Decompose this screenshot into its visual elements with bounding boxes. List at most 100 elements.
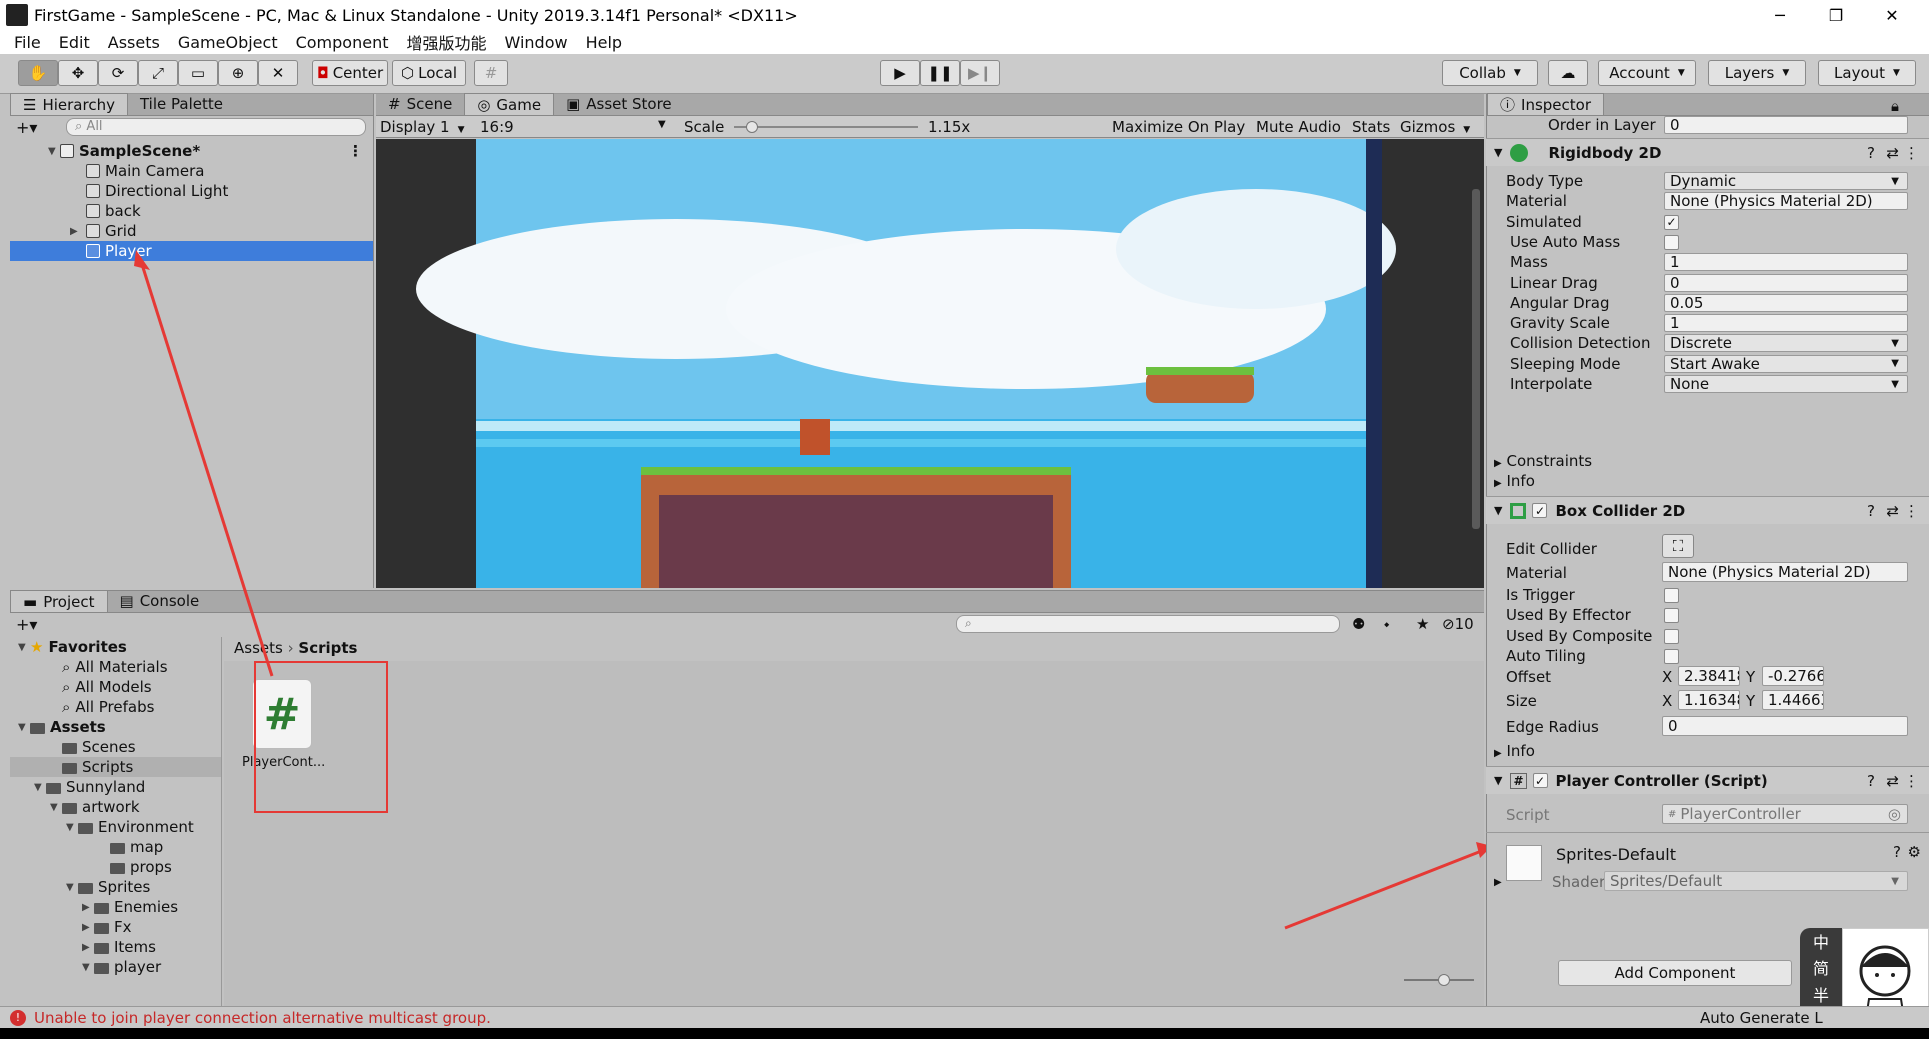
account-dropdown[interactable]: Account [1598, 60, 1696, 86]
menu-assets[interactable]: Assets [108, 33, 160, 52]
rotate-tool-icon[interactable]: ⟳ [98, 60, 138, 86]
tab-game[interactable]: ◎ Game [464, 93, 555, 115]
create-button[interactable]: +▾ [16, 118, 37, 137]
rigidbody-field[interactable]: 1 [1664, 314, 1908, 333]
menu-edit[interactable]: Edit [59, 33, 90, 52]
tree-foldout-icon[interactable]: ▼ [66, 822, 78, 833]
breadcrumb-scripts[interactable]: Scripts [298, 639, 357, 657]
layers-dropdown[interactable]: Layers [1708, 60, 1806, 86]
tree-foldout-icon[interactable]: ▶ [82, 922, 94, 933]
scale-slider[interactable] [734, 121, 918, 133]
status-error-message[interactable]: Unable to join player connection alterna… [34, 1009, 491, 1027]
box-collider-header[interactable]: ▼ ✓ Box Collider 2D ? ⇄ ⋮ [1486, 496, 1929, 524]
project-tree-item[interactable]: ▶ Items [10, 937, 221, 957]
box-collider-checkbox[interactable] [1664, 628, 1679, 644]
size-y-field[interactable]: 1.44663 [1762, 690, 1824, 710]
hierarchy-item-main-camera[interactable]: Main Camera [10, 161, 373, 181]
play-button[interactable]: ▶ [880, 60, 920, 86]
order-in-layer-field[interactable]: 0 [1664, 116, 1908, 134]
maximize-button[interactable]: ❐ [1808, 0, 1864, 30]
rigidbody-header[interactable]: ▼ Rigidbody 2D ? ⇄ ⋮ [1486, 138, 1929, 166]
rect-tool-icon[interactable]: ▭ [178, 60, 218, 86]
project-tree-item[interactable]: map [10, 837, 221, 857]
project-tree-item[interactable]: ⌕ All Prefabs [10, 697, 221, 717]
preset-icon[interactable]: ⇄ [1886, 502, 1899, 520]
scale-slider-thumb[interactable] [746, 121, 759, 133]
project-tree-item[interactable]: props [10, 857, 221, 877]
ime-halfwidth[interactable]: 半 [1813, 982, 1829, 1006]
stats-button[interactable]: Stats [1352, 118, 1390, 136]
project-tree-item[interactable]: ▼ ★ Favorites [10, 637, 221, 657]
lock-icon[interactable]: 🔒︎ [1891, 97, 1899, 115]
tree-foldout-icon[interactable]: ▼ [18, 642, 30, 653]
project-create-button[interactable]: +▾ [16, 615, 37, 634]
tree-foldout-icon[interactable]: ▶ [82, 902, 94, 913]
settings-gear-icon[interactable]: ⚙ [1908, 843, 1921, 861]
rigidbody-dropdown[interactable]: Start Awake [1664, 354, 1908, 373]
object-picker-icon[interactable]: ◎ [1888, 805, 1901, 823]
scale-tool-icon[interactable]: ⤢ [138, 60, 178, 86]
collab-button[interactable]: Collab [1442, 60, 1538, 86]
step-button[interactable]: ▶❙ [960, 60, 1000, 86]
project-tree-item[interactable]: ⌕ All Materials [10, 657, 221, 677]
maximize-on-play-button[interactable]: Maximize On Play [1112, 118, 1245, 136]
component-menu-icon[interactable]: ⋮ [1904, 772, 1919, 790]
add-component-button[interactable]: Add Component [1558, 960, 1792, 986]
rigidbody-checkbox[interactable] [1664, 234, 1679, 250]
material-foldout-icon[interactable]: ▶ [1494, 877, 1502, 888]
tree-foldout-icon[interactable]: ▼ [66, 882, 78, 893]
component-menu-icon[interactable]: ⋮ [1904, 144, 1919, 162]
menu-file[interactable]: File [14, 33, 41, 52]
cloud-icon[interactable]: ☁ [1548, 60, 1588, 86]
filter-label-icon[interactable]: ⬩ [1384, 615, 1389, 633]
box-collider-info-foldout[interactable]: ▶ Info [1494, 742, 1535, 760]
layout-dropdown[interactable]: Layout [1818, 60, 1916, 86]
preset-icon[interactable]: ⇄ [1886, 772, 1899, 790]
constraints-foldout[interactable]: ▶ Constraints [1494, 452, 1592, 470]
menu-help[interactable]: Help [586, 33, 622, 52]
pivot-center-button[interactable]: ◘ Center [312, 60, 388, 86]
move-tool-icon[interactable]: ✥ [58, 60, 98, 86]
minimize-button[interactable]: ─ [1752, 0, 1808, 30]
script-field[interactable]: # PlayerController ◎ [1662, 804, 1908, 824]
aspect-dropdown[interactable]: 16:9 [480, 118, 560, 136]
help-icon[interactable]: ? [1867, 502, 1875, 520]
project-tree-item[interactable]: ▼ player [10, 957, 221, 977]
filter-type-icon[interactable]: ⚉ [1352, 615, 1365, 633]
bc-material-field[interactable]: None (Physics Material 2D) [1662, 562, 1908, 582]
breadcrumb-assets[interactable]: Assets [234, 639, 283, 657]
tab-asset-store[interactable]: ▣ Asset Store [554, 93, 684, 115]
help-icon[interactable]: ? [1893, 843, 1901, 861]
hidden-count[interactable]: ⊘10 [1442, 615, 1474, 633]
transform-tool-icon[interactable]: ⊕ [218, 60, 258, 86]
rigidbody-dropdown[interactable]: None [1664, 375, 1908, 393]
project-tree-item[interactable]: Scenes [10, 737, 221, 757]
box-collider-enabled-checkbox[interactable]: ✓ [1532, 503, 1548, 518]
offset-y-field[interactable]: -0.2766 [1762, 666, 1824, 686]
rigidbody-field[interactable]: 0.05 [1664, 293, 1908, 312]
preset-icon[interactable]: ⇄ [1886, 144, 1899, 162]
rigidbody-dropdown[interactable]: Discrete [1664, 334, 1908, 353]
project-tree-item[interactable]: ▼ Assets [10, 717, 221, 737]
project-tree-item[interactable]: ▶ Enemies [10, 897, 221, 917]
shader-dropdown[interactable]: Sprites/Default [1604, 871, 1908, 891]
rigidbody-field[interactable]: None (Physics Material 2D) [1664, 192, 1908, 211]
tab-inspector[interactable]: ⓘ Inspector [1487, 93, 1604, 115]
close-button[interactable]: ✕ [1864, 0, 1920, 30]
menu-window[interactable]: Window [505, 33, 568, 52]
project-tree-item[interactable]: ▼ Sunnyland [10, 777, 221, 797]
custom-tool-icon[interactable]: ✕ [258, 60, 298, 86]
scene-row[interactable]: ▼ SampleScene* ⋮ [10, 141, 373, 161]
tree-foldout-icon[interactable]: ▶ [82, 942, 94, 953]
project-tree-item[interactable]: ▼ artwork [10, 797, 221, 817]
hierarchy-item-player[interactable]: Player [10, 241, 373, 261]
edit-collider-button[interactable]: ⛶ [1662, 534, 1694, 558]
tree-foldout-icon[interactable]: ▼ [82, 962, 94, 973]
project-tree-item[interactable]: ▼ Environment [10, 817, 221, 837]
display-dropdown[interactable]: Display 1 [380, 118, 465, 136]
icon-size-slider[interactable] [1404, 974, 1474, 986]
hierarchy-item-grid[interactable]: ▶ Grid [10, 221, 373, 241]
rigidbody-info-foldout[interactable]: ▶ Info [1494, 472, 1535, 490]
project-search-input[interactable]: ⌕ [956, 615, 1340, 633]
edge-radius-field[interactable]: 0 [1662, 716, 1908, 736]
